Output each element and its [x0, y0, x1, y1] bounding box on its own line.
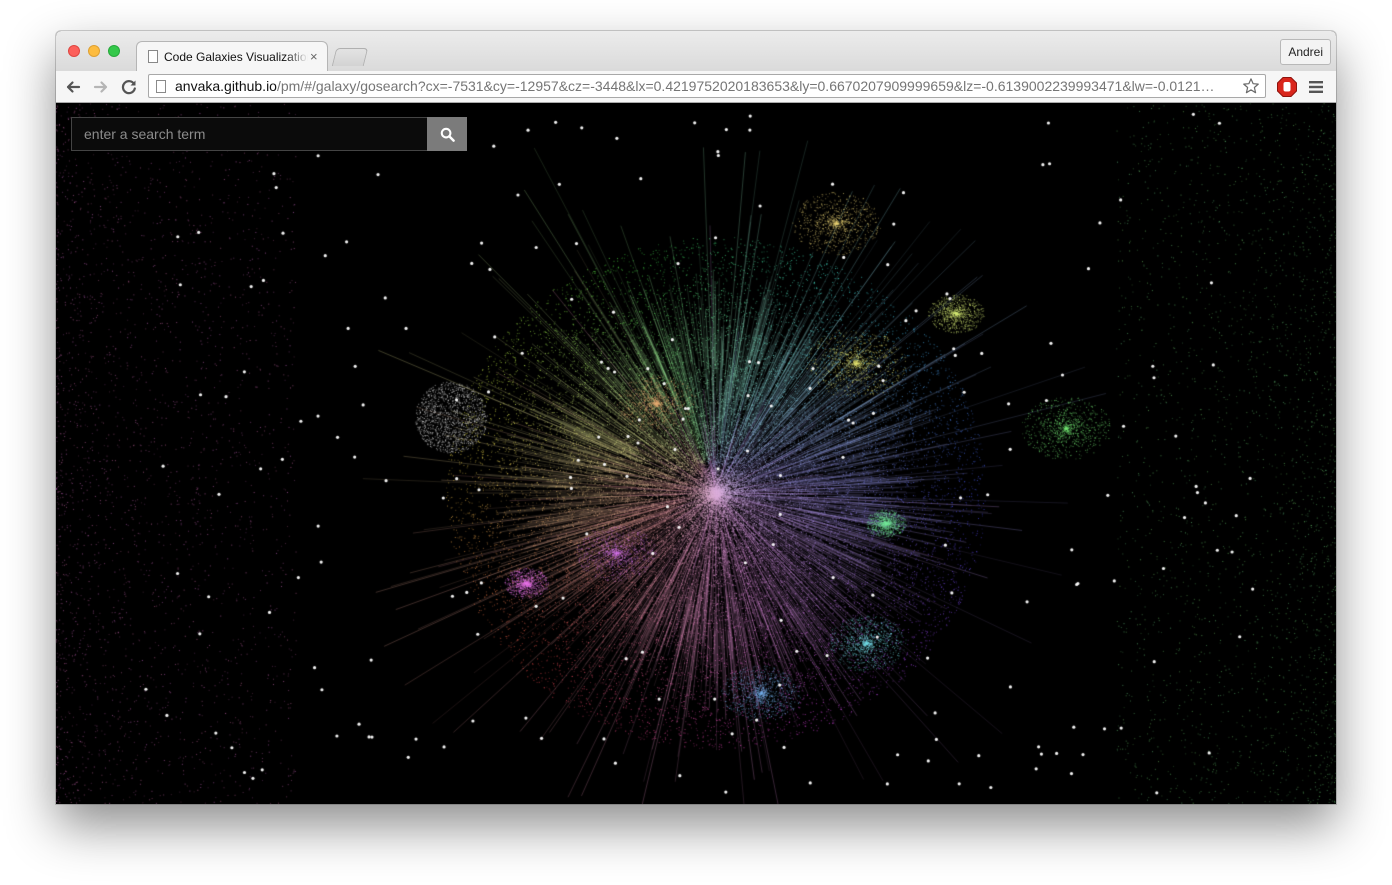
page-icon [148, 50, 158, 63]
address-bar[interactable]: anvaka.github.io/pm/#/galaxy/gosearch?cx… [148, 74, 1266, 98]
back-arrow-icon[interactable] [62, 76, 84, 98]
profile-button[interactable]: Andrei [1280, 39, 1331, 65]
url-text: anvaka.github.io/pm/#/galaxy/gosearch?cx… [175, 78, 1233, 94]
tab-close-icon[interactable]: × [310, 49, 318, 64]
hamburger-menu-icon[interactable] [1308, 79, 1324, 95]
search-box [71, 117, 427, 151]
zoom-window-button[interactable] [108, 45, 120, 57]
page-icon [156, 79, 166, 93]
galaxy-canvas[interactable] [56, 103, 1336, 804]
forward-arrow-icon[interactable] [90, 76, 112, 98]
new-tab-button[interactable] [331, 48, 369, 66]
star-icon[interactable] [1242, 77, 1260, 95]
minimize-window-button[interactable] [88, 45, 100, 57]
reload-icon[interactable] [118, 76, 140, 98]
url-path: /pm/#/galaxy/gosearch?cx=-7531&cy=-12957… [276, 78, 1215, 94]
search-icon [440, 127, 455, 142]
galaxy-viewport[interactable] [56, 103, 1336, 804]
tab-title: Code Galaxies Visualization [164, 49, 308, 64]
browser-window: Code Galaxies Visualization × Andrei anv… [56, 31, 1336, 804]
tab-code-galaxies[interactable]: Code Galaxies Visualization × [136, 41, 328, 71]
url-host: anvaka.github.io [175, 78, 277, 94]
tab-strip: Code Galaxies Visualization × Andrei [56, 31, 1336, 71]
search-button[interactable] [427, 117, 467, 151]
browser-toolbar: anvaka.github.io/pm/#/galaxy/gosearch?cx… [56, 71, 1336, 103]
search-input[interactable] [72, 118, 427, 150]
adblock-icon[interactable] [1276, 76, 1298, 98]
close-window-button[interactable] [68, 45, 80, 57]
